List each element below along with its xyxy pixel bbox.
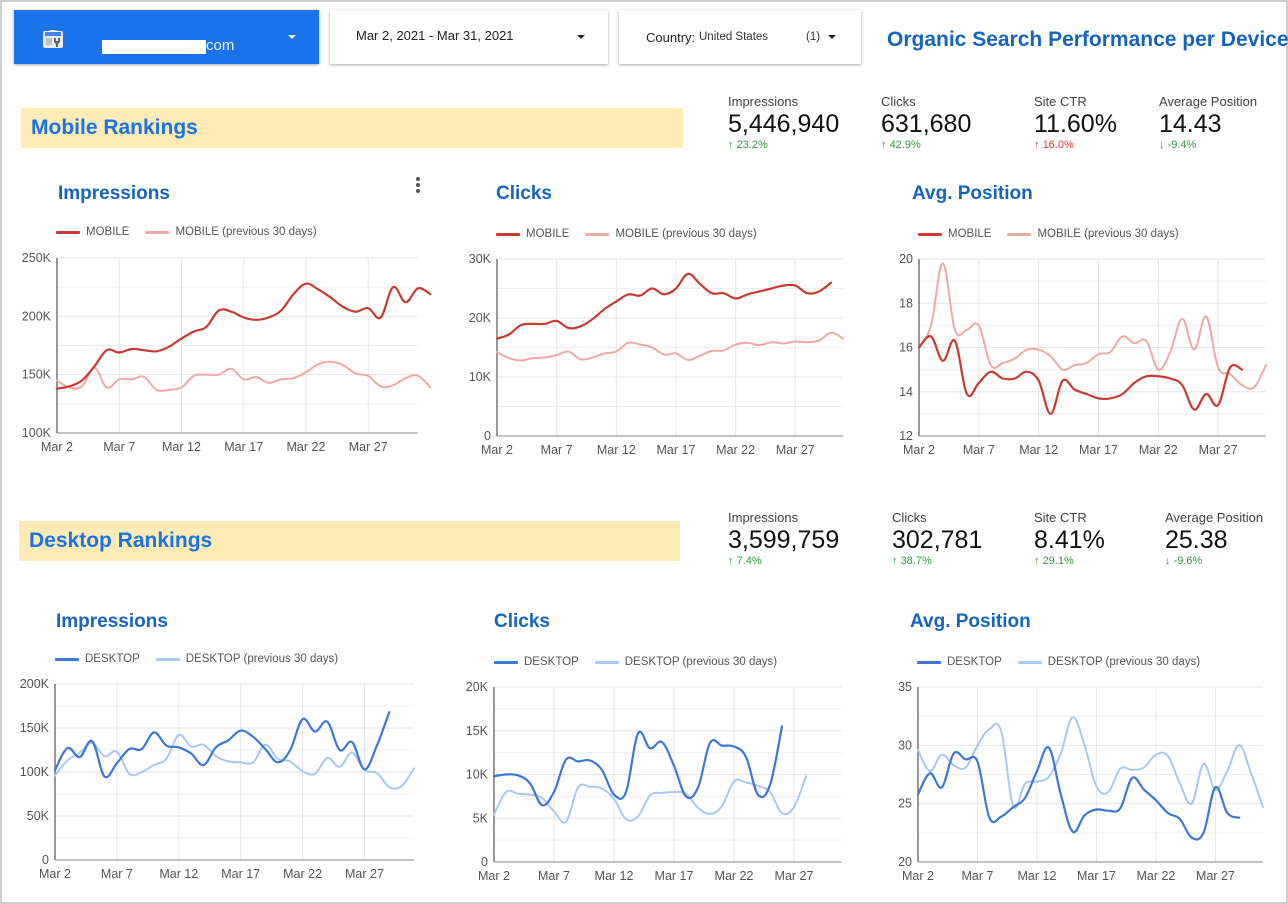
kpi-value: 3,599,759 [728, 526, 840, 554]
section-banner-mobile: Mobile Rankings [21, 108, 683, 148]
kpi-label: Impressions [728, 94, 799, 109]
legend-desktop-clicks: DESKTOP DESKTOP (previous 30 days) [494, 656, 793, 668]
search-console-icon [43, 30, 63, 48]
chevron-down-icon [288, 35, 296, 39]
kpi-label: Average Position [1165, 510, 1264, 525]
kpi-label: Site CTR [1034, 510, 1087, 525]
kpi-change: ↑ 16.0% [1034, 139, 1074, 151]
kpi-change: ↑ 7.4% [728, 555, 762, 567]
kpi-label: Average Position [1159, 94, 1258, 109]
arrow-up-icon: ↑ [1034, 139, 1040, 151]
section-title-mobile: Mobile Rankings [31, 116, 198, 139]
date-range-label: Mar 2, 2021 - Mar 31, 2021 [356, 28, 514, 43]
arrow-down-icon: ↓ [1159, 139, 1165, 151]
kpi-desktop-impressions: Impressions 3,599,759 ↑ 7.4% [728, 510, 839, 567]
legend-item-current[interactable]: MOBILE [56, 226, 129, 238]
kpi-label: Clicks [881, 94, 916, 109]
arrow-up-icon: ↑ [728, 555, 734, 567]
kpi-value: 631,680 [881, 110, 972, 138]
page-title: Organic Search Performance per Device [887, 28, 1288, 51]
legend-desktop-impressions: DESKTOP DESKTOP (previous 30 days) [55, 653, 354, 665]
legend-item-previous[interactable]: MOBILE (previous 30 days) [585, 228, 757, 240]
legend-item-current[interactable]: MOBILE [496, 228, 569, 240]
kpi-change: ↓ -9.6% [1165, 555, 1203, 567]
site-domain-suffix: com [206, 37, 235, 54]
arrow-up-icon: ↑ [892, 555, 898, 567]
arrow-up-icon: ↑ [881, 139, 887, 151]
kpi-label: Site CTR [1034, 94, 1087, 109]
legend-mobile-avg-position: MOBILE MOBILE (previous 30 days) [918, 228, 1195, 240]
chart-title-mobile-avg-position: Avg. Position [912, 183, 1033, 204]
chart-title-mobile-impressions: Impressions [58, 183, 170, 204]
kpi-mobile-clicks: Clicks 631,680 ↑ 42.9% [881, 94, 971, 151]
kpi-value: 11.60% [1034, 110, 1117, 138]
legend-item-previous[interactable]: DESKTOP (previous 30 days) [594, 656, 777, 668]
kpi-mobile-avg-position: Average Position 14.43 ↓ -9.4% [1159, 94, 1257, 151]
kpi-value: 5,446,940 [728, 110, 840, 138]
legend-item-previous[interactable]: DESKTOP (previous 30 days) [1017, 656, 1200, 668]
date-range-picker[interactable]: Mar 2, 2021 - Mar 31, 2021 [330, 10, 608, 64]
kpi-mobile-site-ctr: Site CTR 11.60% ↑ 16.0% [1034, 94, 1117, 151]
site-name-redacted [102, 40, 206, 54]
country-filter-count: (1) [806, 31, 821, 43]
kpi-change: ↓ -9.4% [1159, 139, 1197, 151]
kpi-value: 302,781 [892, 526, 983, 554]
legend-item-current[interactable]: DESKTOP [917, 656, 1002, 668]
section-banner-desktop: Desktop Rankings [19, 521, 680, 561]
chart-title-desktop-avg-position: Avg. Position [910, 611, 1031, 632]
country-filter[interactable]: Country: United States (1) [619, 10, 861, 64]
chart-title-desktop-clicks: Clicks [494, 611, 550, 632]
chart-title-mobile-clicks: Clicks [496, 183, 552, 204]
arrow-up-icon: ↑ [728, 139, 734, 151]
legend-item-current[interactable]: DESKTOP [494, 656, 579, 668]
more-options-icon[interactable] [416, 177, 420, 193]
kpi-change: ↑ 23.2% [728, 139, 768, 151]
legend-item-current[interactable]: DESKTOP [55, 653, 140, 665]
kpi-desktop-avg-position: Average Position 25.38 ↓ -9.6% [1165, 510, 1263, 567]
arrow-up-icon: ↑ [1034, 555, 1040, 567]
kpi-desktop-clicks: Clicks 302,781 ↑ 38.7% [892, 510, 982, 567]
kpi-value: 14.43 [1159, 110, 1222, 138]
section-title-desktop: Desktop Rankings [29, 529, 213, 552]
kpi-change: ↑ 42.9% [881, 139, 921, 151]
kpi-change: ↑ 29.1% [1034, 555, 1074, 567]
kpi-label: Clicks [892, 510, 927, 525]
kpi-label: Impressions [728, 510, 799, 525]
kpi-value: 25.38 [1165, 526, 1228, 554]
legend-item-current[interactable]: MOBILE [918, 228, 991, 240]
kpi-mobile-impressions: Impressions 5,446,940 ↑ 23.2% [728, 94, 839, 151]
legend-mobile-clicks: MOBILE MOBILE (previous 30 days) [496, 228, 773, 240]
country-filter-label: Country: [646, 30, 696, 45]
kpi-value: 8.41% [1034, 526, 1105, 554]
legend-mobile-impressions: MOBILE MOBILE (previous 30 days) [56, 226, 333, 238]
legend-item-previous[interactable]: MOBILE (previous 30 days) [145, 226, 317, 238]
arrow-down-icon: ↓ [1165, 555, 1171, 567]
chevron-down-icon [577, 35, 585, 39]
legend-item-previous[interactable]: DESKTOP (previous 30 days) [155, 653, 338, 665]
site-selector[interactable]: com [14, 10, 319, 64]
chevron-down-icon [828, 35, 836, 39]
country-filter-value: United States [699, 31, 769, 43]
kpi-desktop-site-ctr: Site CTR 8.41% ↑ 29.1% [1034, 510, 1105, 567]
chart-title-desktop-impressions: Impressions [56, 611, 168, 632]
kpi-change: ↑ 38.7% [892, 555, 932, 567]
legend-item-previous[interactable]: MOBILE (previous 30 days) [1007, 228, 1179, 240]
legend-desktop-avg-position: DESKTOP DESKTOP (previous 30 days) [917, 656, 1216, 668]
